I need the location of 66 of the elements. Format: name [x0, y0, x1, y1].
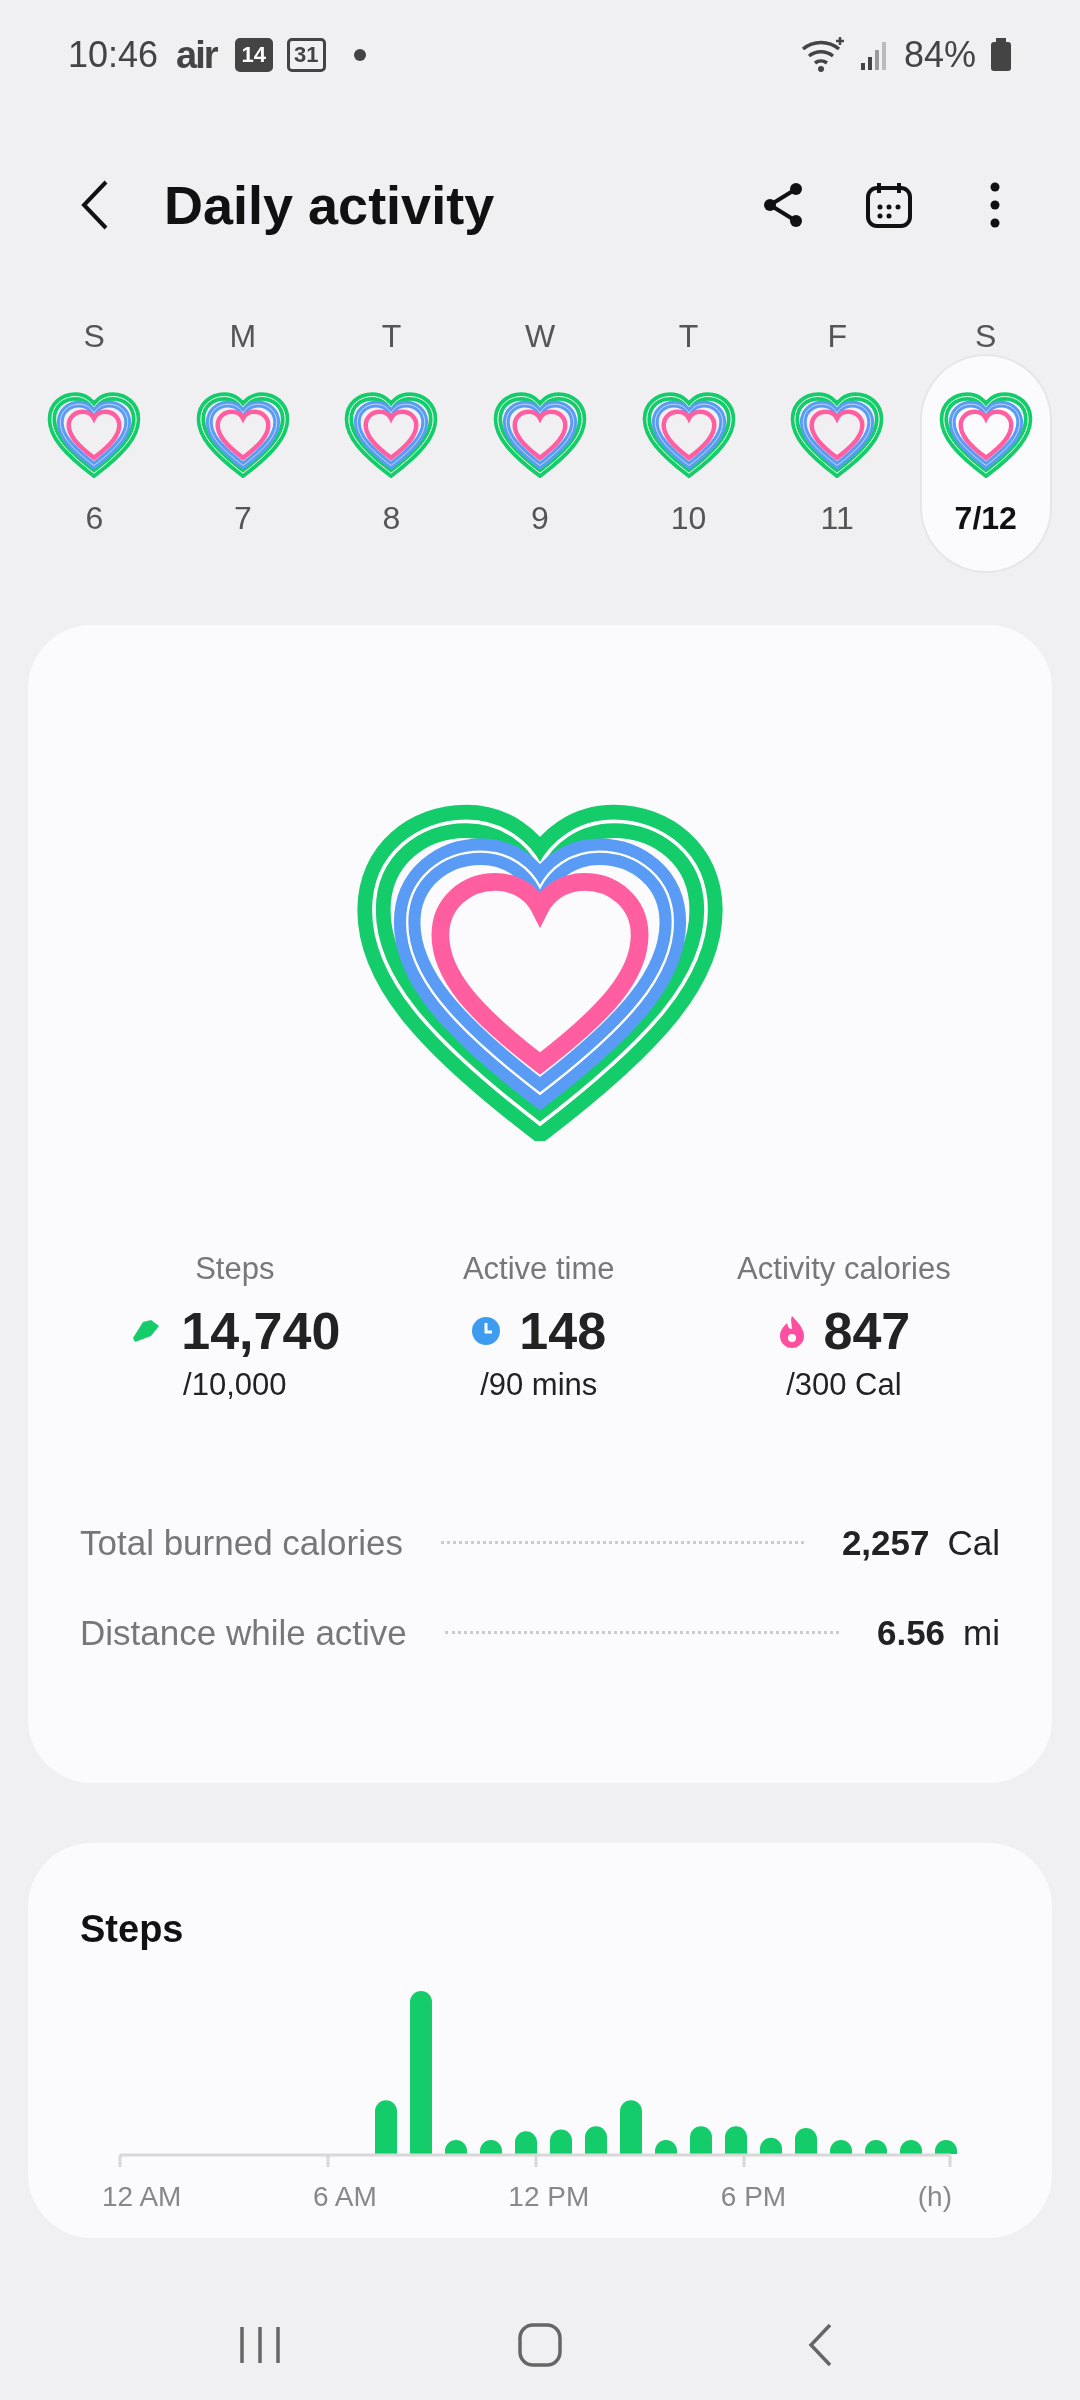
- day-tab[interactable]: 10: [624, 356, 753, 571]
- battery-icon: [990, 38, 1012, 72]
- step-bar: [655, 2139, 677, 2154]
- weekday-label: F: [827, 317, 847, 356]
- card-title: Steps: [80, 1907, 185, 1951]
- step-bar: [865, 2139, 887, 2154]
- step-bar: [445, 2139, 467, 2154]
- step-bar: [515, 2131, 537, 2154]
- axis-label: 12 AM: [102, 2180, 182, 2213]
- calendar-icon: [865, 181, 913, 229]
- day-tab[interactable]: 7: [178, 356, 307, 571]
- metric-value: 2,257: [841, 1522, 930, 1563]
- axis-label: 6 PM: [720, 2180, 787, 2213]
- day-tab[interactable]: 6: [30, 356, 159, 571]
- metric-unit: mi: [963, 1612, 1000, 1653]
- stat-goal: /300 Cal: [786, 1366, 902, 1403]
- step-bar: [690, 2126, 712, 2154]
- back-icon: [807, 2321, 833, 2368]
- weekday-label: T: [381, 317, 402, 356]
- step-bar: [550, 2129, 572, 2154]
- recent-apps-icon: [238, 2324, 282, 2365]
- step-bar: [935, 2139, 957, 2154]
- day-tab[interactable]: 8: [327, 356, 456, 571]
- home-icon: [517, 2321, 563, 2368]
- weekday-label: W: [524, 317, 556, 356]
- stat-value: 847: [823, 1300, 911, 1361]
- metric-label: Total burned calories: [80, 1522, 403, 1563]
- app-notification-icon: air: [172, 41, 221, 69]
- step-bar: [620, 2100, 642, 2154]
- more-notifications-icon: [353, 49, 366, 61]
- step-bar: [375, 2100, 397, 2154]
- weekday-label: S: [83, 317, 105, 356]
- weekday-label: S: [975, 317, 997, 356]
- metric-unit: Cal: [947, 1522, 1000, 1563]
- weekday-label: M: [229, 317, 257, 356]
- day-tab[interactable]: 9: [476, 356, 604, 571]
- axis-label: 6 AM: [312, 2180, 377, 2213]
- clock-icon: [471, 1315, 502, 1346]
- stat-value: 14,740: [181, 1300, 341, 1361]
- day-tab[interactable]: 7/12: [921, 356, 1050, 571]
- metric-label: Distance while active: [80, 1612, 407, 1653]
- stat-label: Active time: [462, 1250, 615, 1287]
- weekday-label: T: [678, 317, 699, 356]
- page-title: Daily activity: [164, 174, 496, 236]
- stat-label: Steps: [195, 1250, 275, 1287]
- stat-goal: /90 mins: [480, 1366, 598, 1403]
- calendar-icon: 31: [287, 38, 326, 72]
- more-options-icon: [989, 181, 1001, 229]
- step-bar: [585, 2126, 607, 2154]
- step-bar: [900, 2139, 922, 2154]
- metric-value: 6.56: [876, 1612, 946, 1653]
- stat-label: Activity calories: [737, 1250, 951, 1287]
- step-bar: [795, 2127, 817, 2154]
- calendar-icon: 14: [234, 38, 274, 72]
- step-bar: [830, 2139, 852, 2154]
- axis-label: 12 PM: [508, 2180, 590, 2213]
- step-bar: [725, 2126, 747, 2154]
- clock-time: 10:46: [68, 34, 159, 76]
- battery-percent: 84%: [903, 34, 976, 76]
- axis-label: (h): [917, 2180, 952, 2213]
- step-bar: [480, 2139, 502, 2154]
- wifi-icon: [799, 35, 846, 75]
- day-tab[interactable]: 11: [773, 356, 902, 571]
- stat-goal: /10,000: [183, 1366, 287, 1403]
- step-bar: [760, 2137, 782, 2154]
- stat-value: 148: [519, 1300, 607, 1361]
